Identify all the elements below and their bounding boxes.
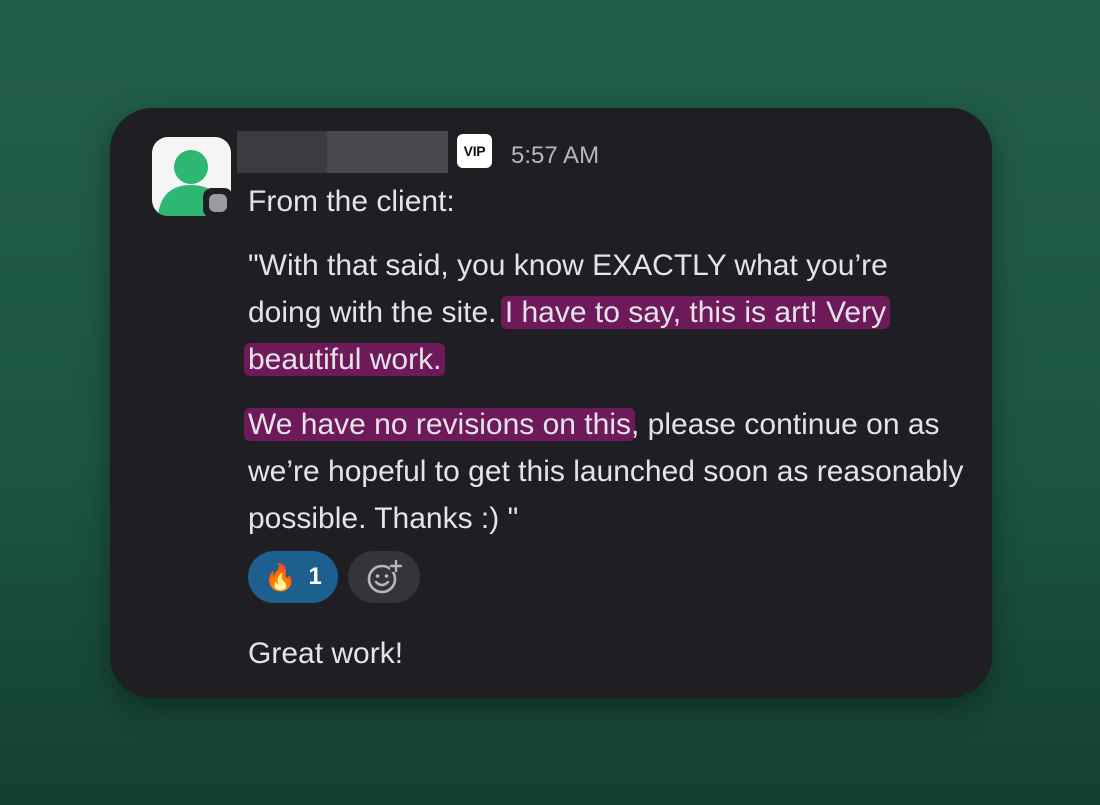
status-away-icon — [209, 194, 227, 212]
message-paragraph-2: We have no revisions on this, please con… — [244, 401, 968, 542]
follow-up-message: Great work! — [248, 637, 404, 670]
reactions-bar: 🔥 1 — [248, 551, 420, 603]
message-card: VIP 5:57 AM From the client: "With that … — [110, 108, 992, 698]
presence-indicator — [203, 188, 233, 218]
message-paragraph-1: "With that said, you know EXACTLY what y… — [244, 242, 968, 383]
reaction-count: 1 — [308, 563, 322, 590]
add-reaction-icon — [367, 559, 403, 594]
fire-emoji-icon: 🔥 — [264, 561, 297, 592]
highlighted-text: We have no revisions on this — [244, 408, 635, 441]
message-intro: From the client: — [248, 185, 455, 218]
vip-badge: VIP — [457, 134, 492, 168]
redacted-sender-name[interactable] — [237, 131, 448, 173]
message-timestamp[interactable]: 5:57 AM — [511, 142, 599, 170]
reaction-fire-button[interactable]: 🔥 1 — [248, 551, 338, 603]
add-reaction-button[interactable] — [348, 551, 420, 603]
